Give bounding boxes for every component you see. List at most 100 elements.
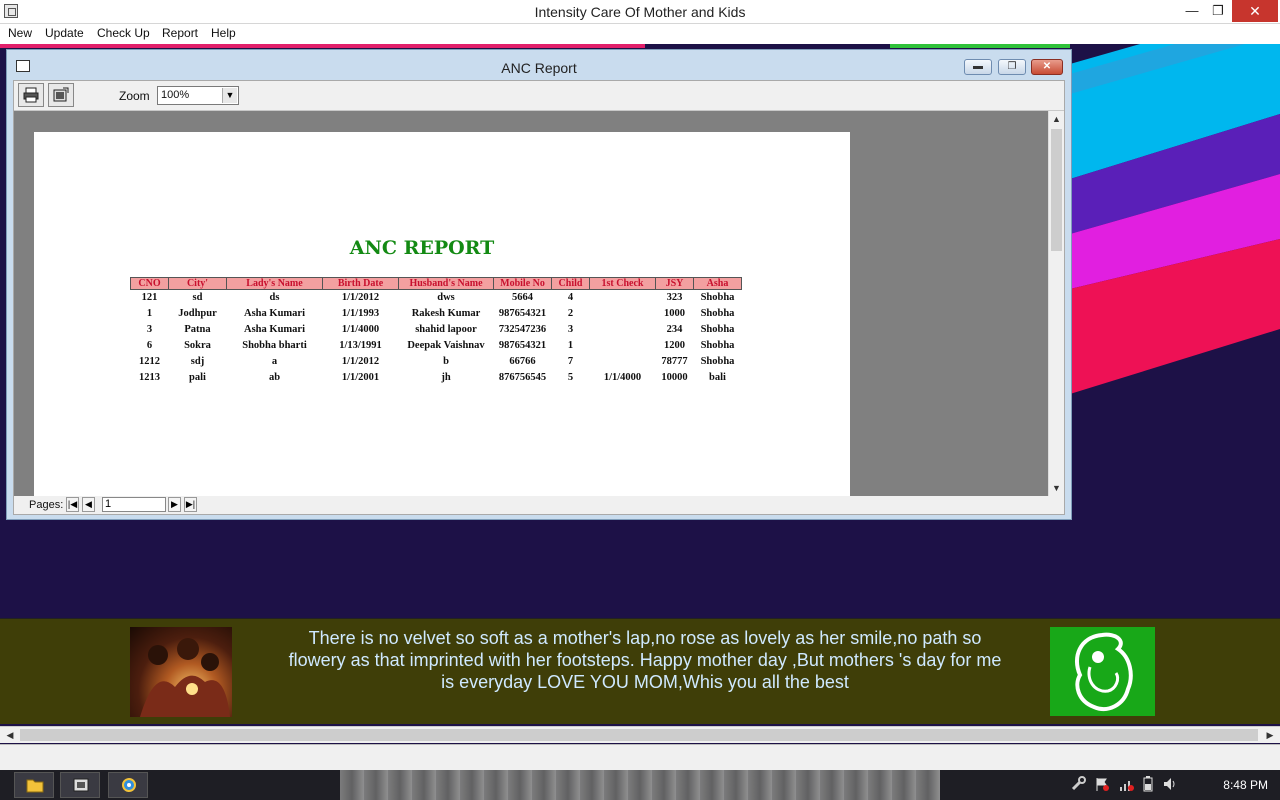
browser-icon	[122, 778, 136, 792]
table-cell: bali	[709, 372, 726, 383]
vertical-scrollbar[interactable]: ▲ ▼	[1048, 111, 1064, 496]
file-explorer-button[interactable]	[14, 772, 54, 798]
column-header: CNO	[130, 277, 169, 290]
table-cell: 1212	[139, 356, 160, 367]
child-title-bar[interactable]: ANC Report ▬ ❐ ✕	[7, 50, 1071, 80]
close-button[interactable]: ✕	[1232, 0, 1278, 22]
table-cell: 876756545	[498, 372, 547, 383]
action-center-flag-icon[interactable]	[1094, 776, 1110, 792]
menu-report[interactable]: Report	[162, 26, 198, 40]
restore-button[interactable]: ❐	[1204, 0, 1232, 22]
table-cell: Deepak Vaishnav	[407, 340, 485, 351]
table-cell: 6	[146, 340, 153, 351]
table-cell	[590, 338, 656, 354]
table-cell: Shobha	[700, 356, 735, 367]
printer-icon	[23, 87, 39, 103]
zoom-label: Zoom	[119, 89, 150, 103]
table-cell: 1/1/2012	[341, 292, 380, 304]
status-bar	[0, 744, 1280, 770]
table-cell: sd	[192, 292, 203, 304]
table-cell: 78777	[661, 356, 688, 367]
child-close-button[interactable]: ✕	[1031, 59, 1063, 75]
table-cell: pali	[189, 372, 206, 383]
report-table: CNO City' Lady's Name Birth Date Husband…	[130, 277, 742, 386]
scroll-left-icon[interactable]: ◀	[2, 727, 18, 743]
child-minimize-button[interactable]: ▬	[964, 59, 992, 75]
app-taskbar-button[interactable]	[60, 772, 100, 798]
table-cell: Shobha	[700, 340, 735, 351]
viewer-toolbar: Zoom 100% ▼	[14, 81, 1064, 111]
table-cell: b	[443, 356, 449, 367]
first-page-icon[interactable]: |◀	[66, 497, 79, 512]
table-cell: 10000	[661, 372, 688, 383]
mother-child-logo	[1050, 627, 1155, 716]
table-cell: 3	[146, 324, 153, 335]
clock[interactable]: 8:48 PM	[1223, 778, 1268, 792]
last-page-icon[interactable]: ▶|	[184, 497, 197, 512]
table-row: 3 Patna Asha Kumari 1/1/4000 shahid lapoor 73…	[131, 322, 742, 338]
anc-report-window: ANC Report ▬ ❐ ✕ Zoom 100% ▼ ANC REPORT	[6, 49, 1072, 520]
table-cell: a	[271, 356, 278, 367]
page-number-input[interactable]: 1	[102, 497, 166, 512]
print-button[interactable]	[18, 83, 44, 107]
zoom-select[interactable]: 100% ▼	[157, 86, 239, 105]
previous-page-icon[interactable]: ◀	[82, 497, 95, 512]
export-button[interactable]	[48, 83, 74, 107]
table-cell: 2	[567, 308, 574, 319]
table-cell	[590, 322, 656, 338]
menu-update[interactable]: Update	[45, 26, 84, 40]
report-page: ANC REPORT CNO City' Lady's Name Birth D…	[34, 132, 850, 496]
page-navigation-bar: Pages: |◀ ◀ 1 ▶ ▶|	[14, 496, 1064, 514]
table-cell: Shobha	[700, 308, 735, 319]
table-cell: 1000	[664, 308, 685, 319]
browser-button[interactable]	[108, 772, 148, 798]
table-cell: 1200	[664, 340, 685, 351]
table-cell: 5	[567, 372, 574, 383]
scroll-down-icon[interactable]: ▼	[1049, 480, 1064, 496]
table-cell: 732547236	[498, 324, 547, 335]
chevron-down-icon[interactable]: ▼	[222, 88, 237, 103]
table-cell: Asha Kumari	[244, 324, 305, 335]
menu-check-up[interactable]: Check Up	[97, 26, 150, 40]
table-cell: 3	[567, 324, 574, 335]
scroll-thumb[interactable]	[1051, 129, 1062, 251]
battery-icon[interactable]	[1140, 776, 1156, 792]
table-cell: ds	[269, 292, 280, 304]
menu-bar: New Update Check Up Report Help	[0, 24, 1280, 44]
table-cell: Jodhpur	[178, 308, 217, 319]
table-cell: 1/1/4000	[603, 372, 642, 383]
table-cell: ab	[268, 372, 281, 383]
scroll-right-icon[interactable]: ▶	[1262, 727, 1278, 743]
minimize-button[interactable]: —	[1178, 0, 1206, 22]
column-header: Birth Date	[322, 277, 399, 290]
table-cell: 1	[567, 340, 574, 351]
next-page-icon[interactable]: ▶	[168, 497, 181, 512]
table-cell: Shobha	[700, 292, 735, 304]
scroll-thumb[interactable]	[20, 729, 1258, 741]
table-cell: 1213	[139, 372, 160, 383]
column-header: City'	[168, 277, 227, 290]
table-cell: Shobha bharti	[242, 340, 307, 351]
folder-icon	[26, 779, 44, 793]
volume-icon[interactable]	[1162, 776, 1178, 792]
menu-help[interactable]: Help	[211, 26, 236, 40]
table-cell: dws	[437, 292, 455, 304]
table-cell: 987654321	[498, 308, 547, 319]
table-cell: 1	[146, 308, 153, 319]
table-cell: 7	[567, 356, 574, 367]
scroll-up-icon[interactable]: ▲	[1049, 111, 1064, 127]
pages-label: Pages:	[29, 499, 64, 511]
menu-new[interactable]: New	[8, 26, 32, 40]
child-restore-button[interactable]: ❐	[998, 59, 1026, 75]
table-cell: 66766	[509, 356, 536, 367]
network-icon[interactable]	[1118, 776, 1134, 792]
table-cell: 1/1/2001	[341, 372, 380, 383]
column-header: Husband's Name	[398, 277, 494, 290]
table-cell: 234	[666, 324, 683, 335]
zoom-value: 100%	[161, 89, 190, 101]
export-icon	[53, 87, 69, 102]
table-cell: 121	[141, 292, 158, 304]
banner-quote: There is no velvet so soft as a mother's…	[288, 628, 1002, 692]
horizontal-scrollbar[interactable]: ◀ ▶	[0, 726, 1280, 743]
tool-icon[interactable]	[1070, 776, 1086, 792]
